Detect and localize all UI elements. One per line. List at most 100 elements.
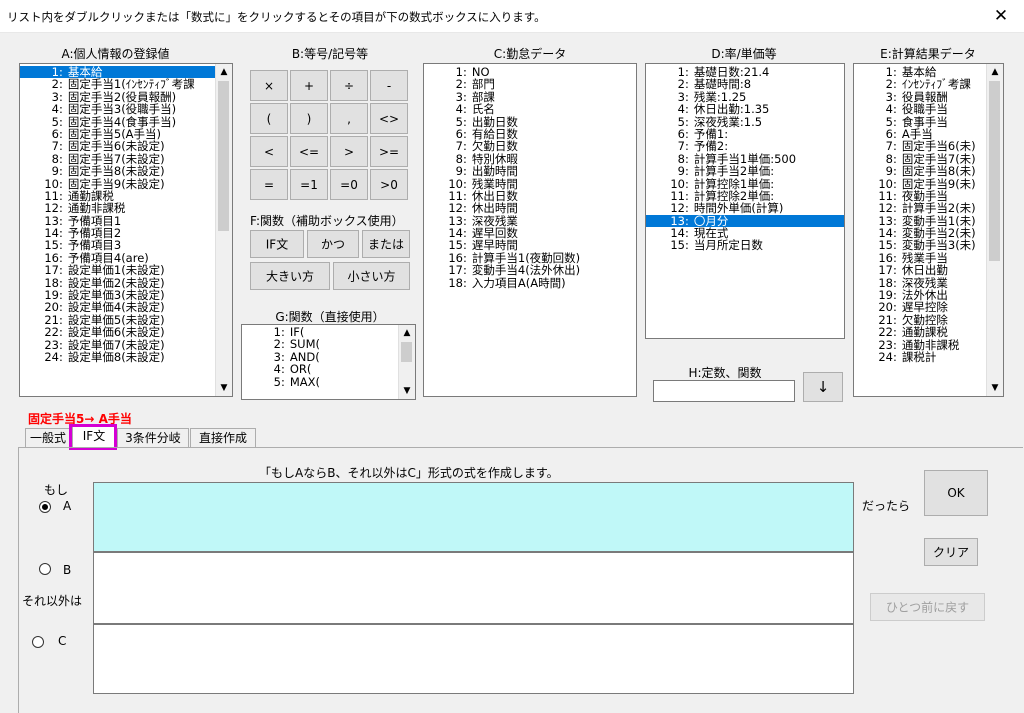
rate-list-item[interactable]: 5: 深夜残業:1.5	[646, 116, 844, 128]
calc-result-list-item[interactable]: 20: 遅早控除	[854, 301, 987, 313]
personal-info-list-item[interactable]: 24: 設定単価8(未設定)	[20, 351, 216, 363]
function-list[interactable]: 1: IF(2: SUM(3: AND(4: OR(5: MAX( ▲ ▼	[241, 324, 416, 400]
equals-button[interactable]: =	[250, 169, 288, 200]
radio-a[interactable]	[39, 501, 51, 513]
tab-general[interactable]: 一般式	[25, 428, 71, 447]
rate-list-item[interactable]: 4: 休日出勤:1.35	[646, 103, 844, 115]
personal-info-list-item[interactable]: 11: 通勤課税	[20, 190, 216, 202]
personal-info-list-item[interactable]: 5: 固定手当4(食事手当)	[20, 116, 216, 128]
personal-info-list-scrollbar[interactable]: ▲ ▼	[215, 64, 232, 396]
function-list-item[interactable]: 1: IF(	[242, 326, 399, 338]
and-button[interactable]: かつ	[307, 230, 359, 258]
personal-info-list-item[interactable]: 13: 予備項目1	[20, 215, 216, 227]
scroll-up-icon[interactable]: ▲	[987, 64, 1003, 80]
calc-result-list-item[interactable]: 5: 食事手当	[854, 116, 987, 128]
personal-info-list-item[interactable]: 16: 予備項目4(are)	[20, 252, 216, 264]
scroll-down-icon[interactable]: ▼	[216, 380, 232, 396]
calc-result-list-item[interactable]: 1: 基本給	[854, 66, 987, 78]
calc-result-list-item[interactable]: 18: 深夜残業	[854, 277, 987, 289]
not-equal-button[interactable]: <>	[370, 103, 408, 134]
rate-list-item[interactable]: 7: 予備2:	[646, 140, 844, 152]
calc-result-list-item[interactable]: 13: 変動手当1(未)	[854, 215, 987, 227]
scroll-up-icon[interactable]: ▲	[399, 325, 415, 341]
rate-list-item[interactable]: 11: 計算控除2単価:	[646, 190, 844, 202]
calc-result-list-item[interactable]: 23: 通勤非課税	[854, 339, 987, 351]
value-c-box[interactable]	[93, 624, 854, 694]
calc-result-list-item[interactable]: 16: 残業手当	[854, 252, 987, 264]
function-list-scrollbar[interactable]: ▲ ▼	[398, 325, 415, 399]
calc-result-list-item[interactable]: 19: 法外休出	[854, 289, 987, 301]
equals-one-button[interactable]: =1	[290, 169, 328, 200]
less-equal-button[interactable]: <=	[290, 136, 328, 167]
personal-info-list-item[interactable]: 23: 設定単価7(未設定)	[20, 339, 216, 351]
attendance-list-item[interactable]: 11: 休出日数	[424, 190, 636, 202]
personal-info-list-item[interactable]: 8: 固定手当7(未設定)	[20, 153, 216, 165]
personal-info-list-item[interactable]: 1: 基本給	[20, 66, 216, 79]
divide-button[interactable]: ÷	[330, 70, 368, 101]
rate-list[interactable]: 1: 基礎日数:21.4 2: 基礎時間:8 3: 残業:1.25 4: 休日出勤:1.35 5…	[645, 63, 845, 339]
attendance-list[interactable]: 1: NO 2: 部門 3: 部課 4: 氏名 5: 出勤日数 6: 有給日数 7: 欠勤日数 8: 特別休暇…	[423, 63, 637, 397]
personal-info-list-item[interactable]: 12: 通勤非課税	[20, 202, 216, 214]
rate-list-item[interactable]: 15: 当月所定日数	[646, 239, 844, 251]
rate-list-item[interactable]: 6: 予備1:	[646, 128, 844, 140]
personal-info-list-item[interactable]: 15: 予備項目3	[20, 239, 216, 251]
calc-result-list-item[interactable]: 6: A手当	[854, 128, 987, 140]
rate-list-item[interactable]: 10: 計算控除1単価:	[646, 178, 844, 190]
calc-result-list-item[interactable]: 7: 固定手当6(未)	[854, 140, 987, 152]
calc-result-list-item[interactable]: 15: 変動手当3(未)	[854, 239, 987, 251]
multiply-button[interactable]: ×	[250, 70, 288, 101]
personal-info-list-item[interactable]: 19: 設定単価3(未設定)	[20, 289, 216, 301]
personal-info-list-item[interactable]: 4: 固定手当3(役職手当)	[20, 103, 216, 115]
function-list-item[interactable]: 3: AND(	[242, 351, 399, 363]
rate-list-item[interactable]: 2: 基礎時間:8	[646, 78, 844, 90]
calc-result-list-item[interactable]: 21: 欠勤控除	[854, 314, 987, 326]
undo-button[interactable]: ひとつ前に戻す	[870, 593, 985, 621]
radio-b[interactable]	[39, 563, 51, 575]
rate-list-item[interactable]: 13: 〇月分	[646, 214, 844, 228]
rate-list-item[interactable]: 3: 残業:1.25	[646, 91, 844, 103]
calc-result-list-item[interactable]: 17: 休日出勤	[854, 264, 987, 276]
personal-info-list-item[interactable]: 21: 設定単価5(未設定)	[20, 314, 216, 326]
scroll-thumb[interactable]	[401, 342, 412, 362]
calc-result-list-item[interactable]: 8: 固定手当7(未)	[854, 153, 987, 165]
attendance-list-item[interactable]: 8: 特別休暇	[424, 153, 636, 165]
calc-result-list-item[interactable]: 3: 役員報酬	[854, 91, 987, 103]
calc-result-list-item[interactable]: 9: 固定手当8(未)	[854, 165, 987, 177]
function-list-item[interactable]: 5: MAX(	[242, 376, 399, 388]
calc-result-list-item[interactable]: 22: 通勤課税	[854, 326, 987, 338]
attendance-list-item[interactable]: 18: 入力項目A(A時間)	[424, 277, 636, 289]
attendance-list-item[interactable]: 3: 部課	[424, 91, 636, 103]
open-paren-button[interactable]: (	[250, 103, 288, 134]
attendance-list-item[interactable]: 9: 出勤時間	[424, 165, 636, 177]
or-button[interactable]: または	[362, 230, 410, 258]
rate-list-item[interactable]: 8: 計算手当1単価:500	[646, 153, 844, 165]
attendance-list-item[interactable]: 5: 出勤日数	[424, 116, 636, 128]
function-list-item[interactable]: 4: OR(	[242, 363, 399, 375]
personal-info-list-item[interactable]: 20: 設定単価4(未設定)	[20, 301, 216, 313]
attendance-list-item[interactable]: 7: 欠勤日数	[424, 140, 636, 152]
attendance-list-item[interactable]: 6: 有給日数	[424, 128, 636, 140]
personal-info-list-item[interactable]: 10: 固定手当9(未設定)	[20, 178, 216, 190]
scroll-down-icon[interactable]: ▼	[987, 380, 1003, 396]
radio-c[interactable]	[32, 636, 44, 648]
clear-button[interactable]: クリア	[924, 538, 978, 566]
attendance-list-item[interactable]: 10: 残業時間	[424, 178, 636, 190]
personal-info-list-item[interactable]: 14: 予備項目2	[20, 227, 216, 239]
attendance-list-item[interactable]: 4: 氏名	[424, 103, 636, 115]
calc-result-list-item[interactable]: 2: ｲﾝｾﾝﾃｨﾌﾞ考課	[854, 78, 987, 90]
personal-info-list-item[interactable]: 7: 固定手当6(未設定)	[20, 140, 216, 152]
calc-result-list-item[interactable]: 10: 固定手当9(未)	[854, 178, 987, 190]
rate-list-item[interactable]: 1: 基礎日数:21.4	[646, 66, 844, 78]
personal-info-list-item[interactable]: 3: 固定手当2(役員報酬)	[20, 91, 216, 103]
constant-input[interactable]	[653, 380, 795, 402]
plus-button[interactable]: +	[290, 70, 328, 101]
comma-button[interactable]: ,	[330, 103, 368, 134]
attendance-list-item[interactable]: 2: 部門	[424, 78, 636, 90]
attendance-list-item[interactable]: 14: 遅早回数	[424, 227, 636, 239]
minus-button[interactable]: -	[370, 70, 408, 101]
attendance-list-item[interactable]: 15: 遅早時間	[424, 239, 636, 251]
greater-than-button[interactable]: >	[330, 136, 368, 167]
scroll-thumb[interactable]	[218, 81, 229, 231]
if-button[interactable]: IF文	[250, 230, 304, 258]
close-icon[interactable]: ✕	[978, 0, 1024, 32]
